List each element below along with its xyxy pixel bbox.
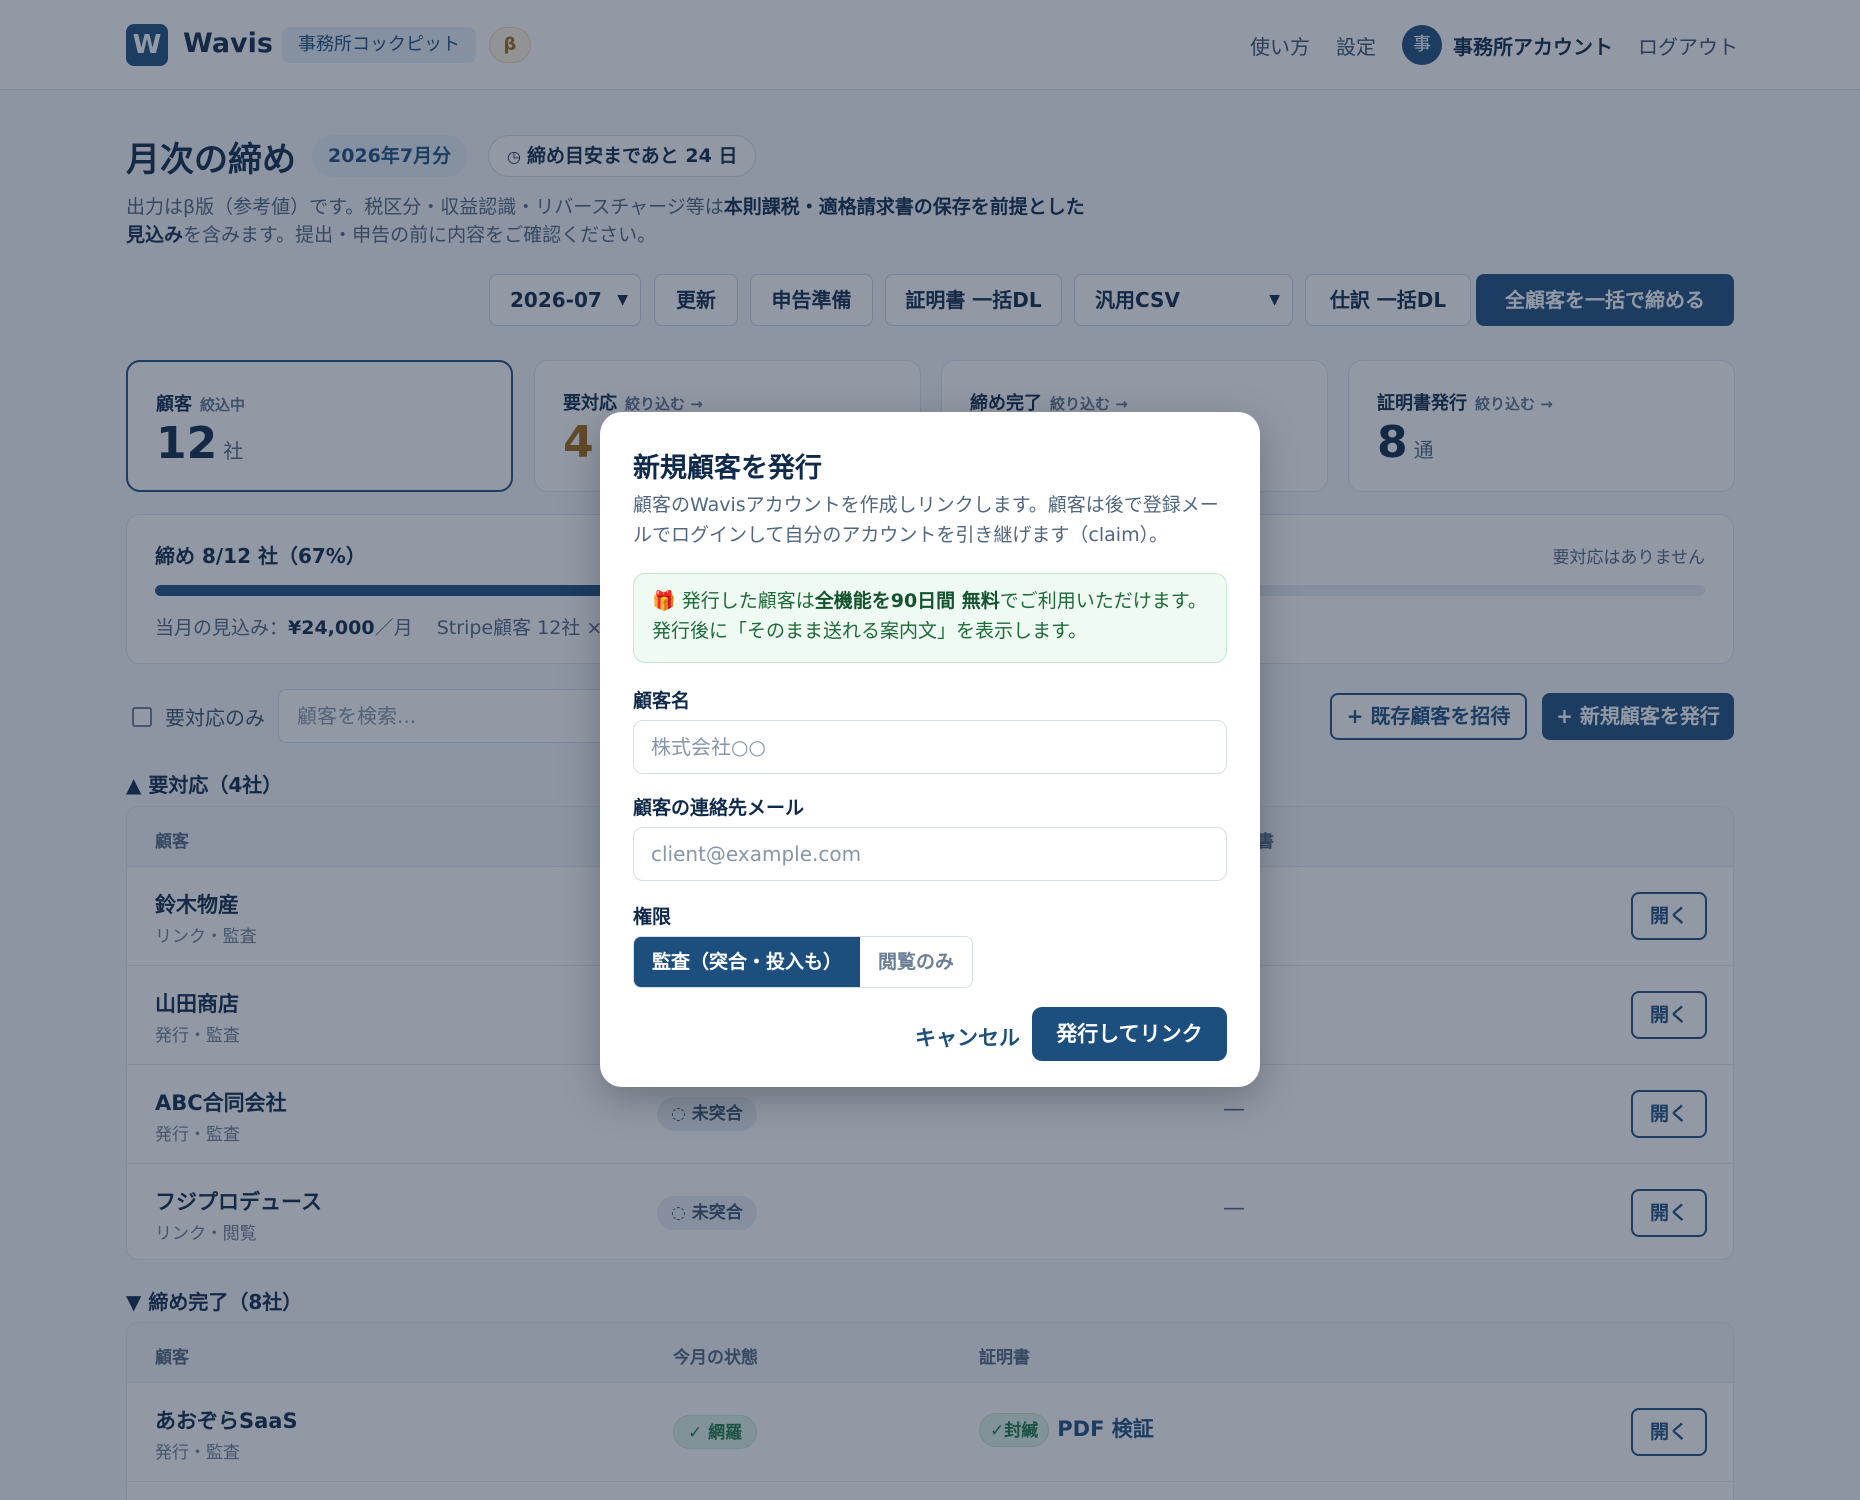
dialog-description: 顧客のWavisアカウントを作成しリンクします。顧客は後で登録メールでログインし…: [633, 494, 1219, 546]
permission-audit-option[interactable]: 監査（突合・投入も）: [634, 937, 861, 987]
free-trial-notice: 🎁 発行した顧客は全機能を90日間 無料でご利用いただけます。発行後に「そのまま…: [633, 573, 1227, 663]
cancel-button[interactable]: キャンセル: [915, 1022, 1020, 1052]
promo-pre: 発行した顧客は: [681, 590, 815, 612]
issue-and-link-button[interactable]: 発行してリンク: [1032, 1007, 1227, 1061]
issue-new-customer-dialog: 新規顧客を発行 顧客のWavisアカウントを作成しリンクします。顧客は後で登録メ…: [600, 412, 1260, 1087]
customer-name-input[interactable]: [633, 720, 1227, 774]
customer-email-input[interactable]: [633, 827, 1227, 881]
customer-email-label: 顧客の連絡先メール: [633, 797, 805, 819]
dialog-title: 新規顧客を発行: [633, 453, 822, 484]
promo-bold: 全機能を90日間 無料: [814, 590, 1000, 612]
permission-view-only-option[interactable]: 閲覧のみ: [860, 937, 972, 987]
permission-label: 権限: [633, 906, 672, 928]
permission-toggle: 監査（突合・投入も） 閲覧のみ: [633, 936, 974, 988]
gift-icon: 🎁: [652, 590, 676, 612]
customer-name-label: 顧客名: [633, 690, 691, 712]
